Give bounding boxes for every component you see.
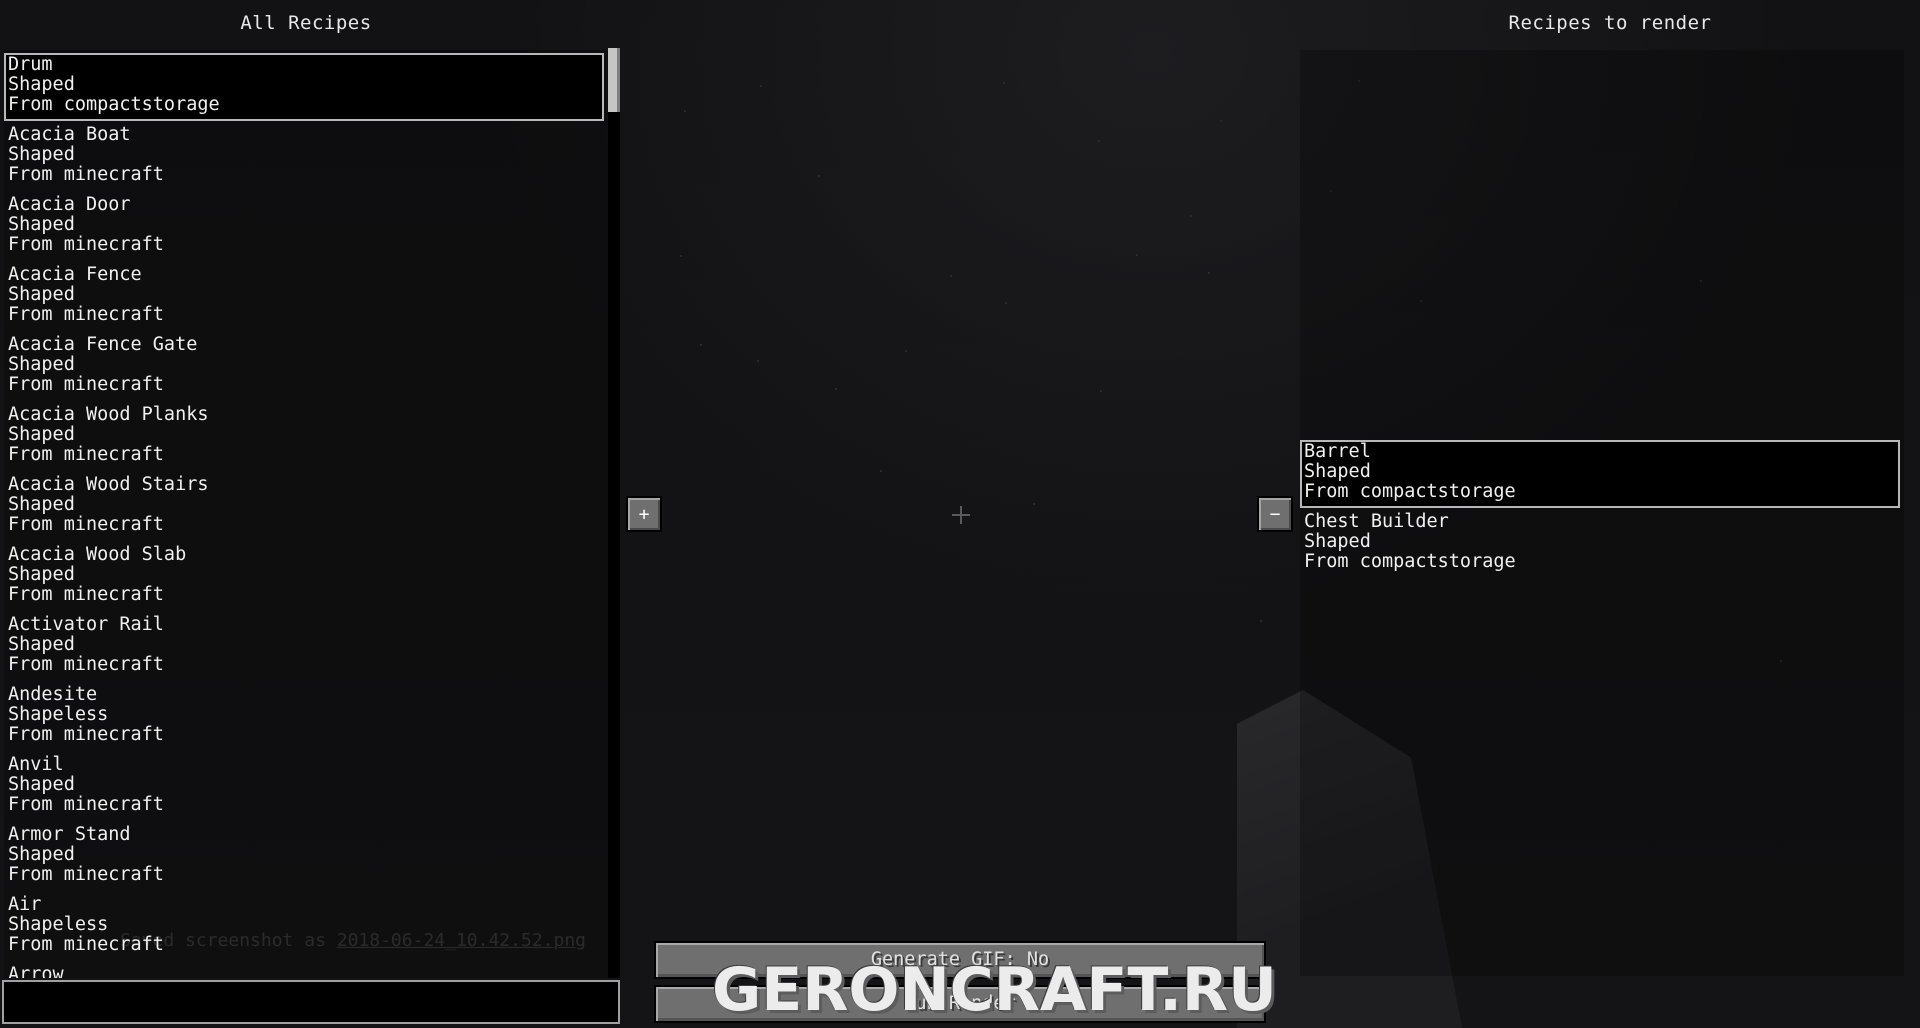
recipe-name: Acacia Fence <box>8 264 142 285</box>
recipe-entry[interactable]: Acacia Wood Stairs Shaped From minecraft <box>4 473 604 541</box>
recipe-type: Shaped <box>1304 531 1371 552</box>
background-star <box>818 175 820 177</box>
recipe-type: Shaped <box>8 74 75 95</box>
add-recipe-button[interactable]: + <box>626 496 662 532</box>
recipe-name: Acacia Boat <box>8 124 131 145</box>
recipe-type: Shaped <box>8 494 75 515</box>
background-star <box>905 350 907 352</box>
background-star <box>1098 140 1100 142</box>
recipe-source: From compactstorage <box>8 94 220 115</box>
background-star <box>1208 272 1210 274</box>
recipe-type: Shaped <box>8 634 75 655</box>
all-recipes-title: All Recipes <box>240 12 372 34</box>
recipe-entry[interactable]: Arrow <box>4 963 604 979</box>
background-star <box>1190 215 1192 217</box>
crosshair-icon <box>952 506 970 524</box>
generate-gif-toggle-button[interactable]: Generate GIF: No <box>654 941 1266 979</box>
run-render-button[interactable]: Run Render <box>654 985 1266 1023</box>
recipe-source: From minecraft <box>8 374 164 395</box>
recipe-name: Armor Stand <box>8 824 131 845</box>
recipe-type: Shapeless <box>8 914 109 935</box>
recipe-source: From minecraft <box>8 304 164 325</box>
recipe-name: Activator Rail <box>8 614 164 635</box>
recipes-scrollbar-track[interactable] <box>608 48 620 978</box>
recipe-name: Arrow <box>8 964 64 979</box>
recipe-source: From minecraft <box>8 514 164 535</box>
recipe-source: From minecraft <box>8 444 164 465</box>
background-star <box>1260 620 1262 622</box>
recipe-source: From minecraft <box>8 164 164 185</box>
recipe-name: Acacia Wood Planks <box>8 404 209 425</box>
background-star <box>684 110 686 112</box>
recipe-type: Shaped <box>8 564 75 585</box>
recipe-type: Shaped <box>1304 461 1371 482</box>
recipes-scrollbar-thumb[interactable] <box>608 48 620 112</box>
background-star <box>1100 390 1102 392</box>
recipe-name: Drum <box>8 54 53 75</box>
recipe-name: Acacia Door <box>8 194 131 215</box>
recipe-entry[interactable]: Acacia Wood Slab Shaped From minecraft <box>4 543 604 611</box>
recipe-type: Shapeless <box>8 704 109 725</box>
recipe-type: Shaped <box>8 424 75 445</box>
recipe-entry[interactable]: Acacia Fence Shaped From minecraft <box>4 263 604 331</box>
recipe-source: From minecraft <box>8 584 164 605</box>
all-recipes-list[interactable]: Drum Shaped From compactstorage Acacia B… <box>4 50 608 978</box>
recipe-name: Andesite <box>8 684 98 705</box>
background-star <box>757 360 759 362</box>
recipe-entry[interactable]: Acacia Fence Gate Shaped From minecraft <box>4 333 604 401</box>
render-recipe-entry[interactable]: Chest Builder Shaped From compactstorage <box>1300 510 1900 578</box>
recipe-source: From minecraft <box>8 724 164 745</box>
recipe-search-input[interactable] <box>2 980 620 1024</box>
background-star <box>835 388 837 390</box>
recipe-source: From minecraft <box>8 864 164 885</box>
background-star <box>880 470 882 472</box>
background-star <box>760 85 762 87</box>
recipe-entry[interactable]: Acacia Door Shaped From minecraft <box>4 193 604 261</box>
background-star <box>1033 503 1035 505</box>
recipe-name: Barrel <box>1304 441 1371 462</box>
recipe-name: Chest Builder <box>1304 511 1449 532</box>
background-star <box>1220 120 1222 122</box>
recipe-entry[interactable]: Activator Rail Shaped From minecraft <box>4 613 604 681</box>
recipe-type: Shaped <box>8 214 75 235</box>
recipe-source: From minecraft <box>8 934 164 955</box>
recipe-source: From minecraft <box>8 234 164 255</box>
plus-icon: + <box>638 503 650 525</box>
recipe-type: Shaped <box>8 144 75 165</box>
render-recipe-entry[interactable]: Barrel Shaped From compactstorage <box>1300 440 1900 508</box>
minus-icon: − <box>1269 503 1281 525</box>
background-star <box>1005 302 1007 304</box>
recipe-type: Shaped <box>8 774 75 795</box>
recipes-to-render-title: Recipes to render <box>1508 12 1712 34</box>
background-star <box>700 344 702 346</box>
recipe-entry[interactable]: Air Shapeless From minecraft <box>4 893 604 961</box>
background-star <box>680 255 682 257</box>
recipe-source: From compactstorage <box>1304 481 1516 502</box>
recipe-source: From minecraft <box>8 794 164 815</box>
recipe-name: Air <box>8 894 42 915</box>
recipe-source: From minecraft <box>8 654 164 675</box>
recipe-name: Anvil <box>8 754 64 775</box>
recipe-entry[interactable]: Armor Stand Shaped From minecraft <box>4 823 604 891</box>
recipe-entry[interactable]: Acacia Wood Planks Shaped From minecraft <box>4 403 604 471</box>
recipe-name: Acacia Wood Stairs <box>8 474 209 495</box>
recipes-to-render-list[interactable]: Barrel Shaped From compactstorage Chest … <box>1300 50 1904 976</box>
recipe-type: Shaped <box>8 354 75 375</box>
recipe-entry[interactable]: Acacia Boat Shaped From minecraft <box>4 123 604 191</box>
recipe-source: From compactstorage <box>1304 551 1516 572</box>
recipe-entry[interactable]: Drum Shaped From compactstorage <box>4 53 604 121</box>
remove-recipe-button[interactable]: − <box>1257 496 1293 532</box>
recipe-name: Acacia Fence Gate <box>8 334 198 355</box>
recipe-type: Shaped <box>8 284 75 305</box>
recipe-type: Shaped <box>8 844 75 865</box>
recipe-entry[interactable]: Andesite Shapeless From minecraft <box>4 683 604 751</box>
recipe-entry[interactable]: Anvil Shaped From minecraft <box>4 753 604 821</box>
background-star <box>950 275 952 277</box>
background-star <box>1003 82 1005 84</box>
recipe-name: Acacia Wood Slab <box>8 544 187 565</box>
background-star <box>1136 254 1138 256</box>
